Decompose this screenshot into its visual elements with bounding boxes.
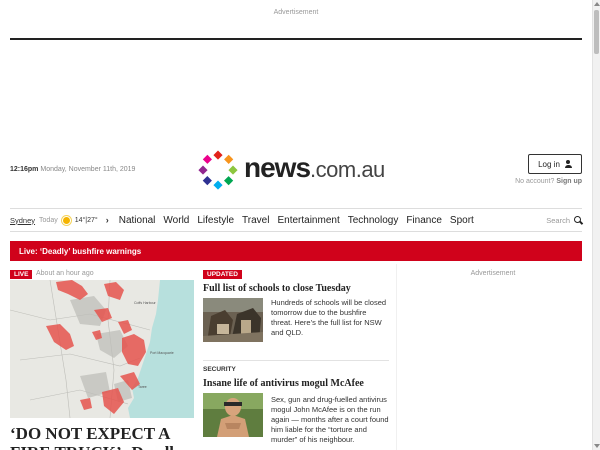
- story-headline[interactable]: Insane life of antivirus mogul McAfee: [203, 378, 364, 389]
- search-icon: [574, 216, 582, 224]
- logo-main-text: news: [244, 152, 311, 183]
- logo-dot: [198, 165, 208, 175]
- nav-bottom-rule: [10, 231, 582, 232]
- schools-story-thumbnail[interactable]: [203, 298, 263, 342]
- header-datetime: 12:16pm Monday, November 11th, 2019: [10, 166, 135, 173]
- story-divider: [203, 360, 389, 361]
- signup-link[interactable]: Sign up: [556, 178, 582, 185]
- map-illustration: Port Macquarie Taree Coffs Harbour: [10, 280, 194, 418]
- search-label: Search: [546, 215, 570, 225]
- hero-headline[interactable]: ‘DO NOT EXPECT A FIRE TRUCK’: Deadly: [10, 424, 200, 450]
- nav-item-world[interactable]: World: [163, 215, 189, 226]
- logo-dot: [224, 176, 234, 186]
- scroll-thumb[interactable]: [594, 10, 599, 54]
- nav-item-finance[interactable]: Finance: [406, 215, 442, 226]
- login-label: Log in: [538, 159, 560, 169]
- story-category-label: SECURITY: [203, 366, 236, 373]
- no-account-text: No account?: [515, 178, 555, 185]
- logo-dot: [224, 154, 234, 164]
- bushfire-map-image[interactable]: Port Macquarie Taree Coffs Harbour: [10, 280, 194, 418]
- nav-item-technology[interactable]: Technology: [348, 215, 399, 226]
- logo-dot: [228, 165, 238, 175]
- logo-wordmark: news.com.au: [244, 152, 385, 184]
- mcafee-story-thumbnail[interactable]: [203, 393, 263, 437]
- sidebar-advertisement-label: Advertisement: [470, 270, 516, 277]
- login-button[interactable]: Log in: [528, 154, 582, 174]
- nav-item-national[interactable]: National: [119, 215, 156, 226]
- story-summary: Sex, gun and drug-fuelled antivirus mogu…: [271, 395, 389, 444]
- story-updated-tag: UPDATED: [203, 270, 242, 279]
- column-divider: [396, 264, 397, 450]
- account-prompt: No account? Sign up: [486, 178, 582, 185]
- live-news-banner[interactable]: Live: ‘Deadly’ bushfire warnings: [10, 241, 582, 261]
- user-icon: [564, 160, 572, 168]
- scroll-down-arrow-icon[interactable]: [594, 444, 600, 448]
- sun-icon: [62, 216, 70, 224]
- weather-day: Today: [39, 216, 58, 224]
- scroll-up-arrow-icon[interactable]: [594, 2, 600, 6]
- search-button[interactable]: Search: [546, 216, 582, 225]
- logo-dot: [202, 176, 212, 186]
- page-scrollbar[interactable]: [592, 0, 600, 450]
- mcafee-photo: [203, 393, 263, 437]
- svg-text:Coffs Harbour: Coffs Harbour: [134, 301, 157, 305]
- weather-temps: 14°|27°: [74, 216, 98, 224]
- logo-dot: [213, 150, 223, 160]
- live-badge: LIVE: [10, 270, 33, 279]
- logo-dot: [213, 180, 223, 190]
- weather-city-link[interactable]: Sydney: [10, 216, 35, 225]
- site-logo[interactable]: news.com.au: [196, 148, 406, 192]
- advertisement-label: Advertisement: [273, 9, 319, 16]
- current-time: 12:16pm: [10, 166, 39, 173]
- nav-item-travel[interactable]: Travel: [242, 215, 269, 226]
- header-top-rule: [10, 38, 582, 40]
- logo-dot: [202, 154, 212, 164]
- current-date: Monday, November 11th, 2019: [40, 166, 136, 173]
- svg-text:Port Macquarie: Port Macquarie: [150, 351, 174, 355]
- svg-text:Taree: Taree: [138, 385, 147, 389]
- nav-item-entertainment[interactable]: Entertainment: [277, 215, 339, 226]
- main-nav: Sydney Today 14°|27° › National World Li…: [10, 209, 582, 231]
- story-summary: Hundreds of schools will be closed tomor…: [271, 298, 387, 337]
- logo-dots-icon: [198, 150, 238, 190]
- chevron-right-icon[interactable]: ›: [106, 215, 109, 225]
- nav-item-sport[interactable]: Sport: [450, 215, 474, 226]
- hero-timestamp: About an hour ago: [36, 270, 94, 277]
- nav-links: National World Lifestyle Travel Entertai…: [119, 215, 474, 226]
- logo-tld-text: .com.au: [310, 157, 385, 182]
- schools-photo: [203, 298, 263, 342]
- story-headline[interactable]: Full list of schools to close Tuesday: [203, 283, 351, 294]
- nav-item-lifestyle[interactable]: Lifestyle: [197, 215, 234, 226]
